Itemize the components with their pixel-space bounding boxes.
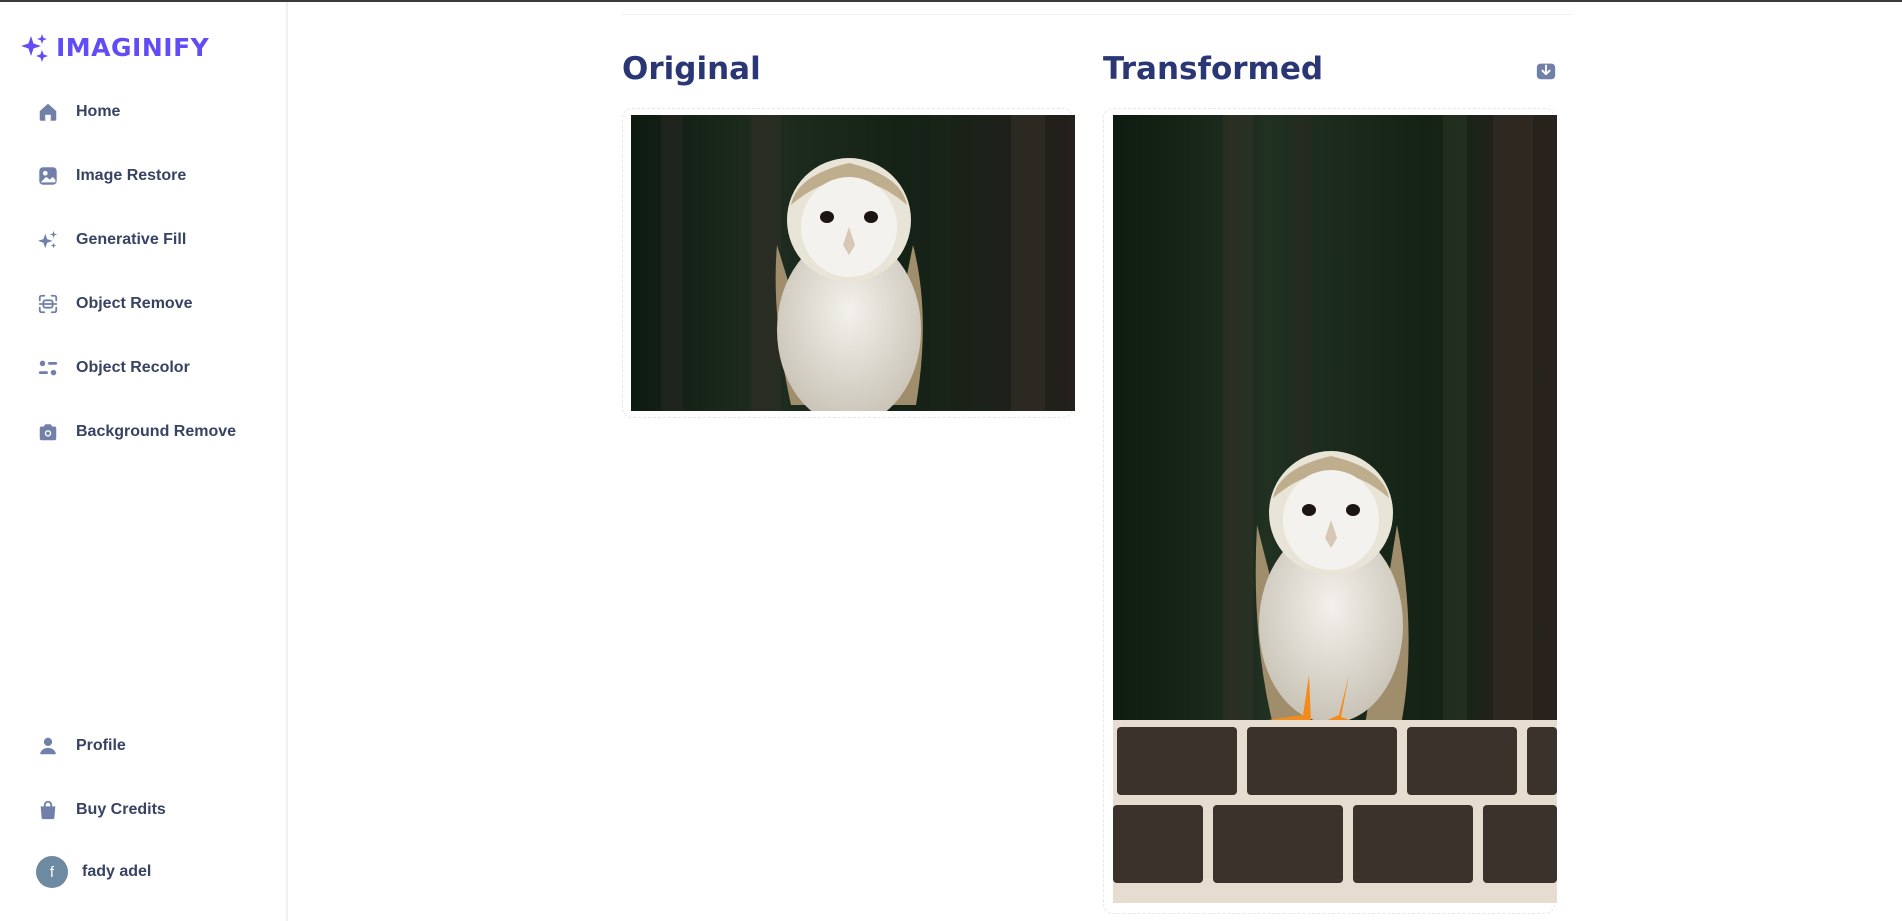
transformed-heading: Transformed xyxy=(1103,51,1324,87)
download-button[interactable] xyxy=(1534,59,1558,83)
transformed-image[interactable] xyxy=(1113,115,1557,903)
sidebar-item-label: Profile xyxy=(76,737,126,754)
sidebar-item-object-remove[interactable]: Object Remove xyxy=(22,280,272,328)
user-name: fady adel xyxy=(82,863,152,880)
sidebar-item-label: Image Restore xyxy=(76,167,187,184)
brand-name: IMAGINIFY xyxy=(56,32,210,62)
transformation-results: Original Transformed xyxy=(290,2,1902,921)
sidebar-item-label: Home xyxy=(76,103,121,120)
sidebar-item-home[interactable]: Home xyxy=(22,88,272,136)
owl-photo xyxy=(631,115,1075,411)
original-heading: Original xyxy=(622,51,761,87)
sidebar-item-object-recolor[interactable]: Object Recolor xyxy=(22,344,272,392)
camera-icon xyxy=(36,420,60,444)
sidebar-item-label: Object Recolor xyxy=(76,359,190,376)
sidebar-item-label: Object Remove xyxy=(76,295,193,312)
avatar[interactable]: f xyxy=(36,856,68,888)
sidebar-item-background-remove[interactable]: Background Remove xyxy=(22,408,272,456)
user-icon xyxy=(36,734,60,758)
owl-brick-photo xyxy=(1113,115,1557,903)
user-account[interactable]: f fady adel xyxy=(36,856,151,888)
sidebar-item-profile[interactable]: Profile xyxy=(22,722,272,770)
filter-icon xyxy=(36,356,60,380)
divider xyxy=(622,14,1572,15)
home-icon xyxy=(36,100,60,124)
sparkles-icon xyxy=(36,228,60,252)
brand-logo[interactable]: IMAGINIFY xyxy=(20,32,209,62)
sidebar-item-label: Buy Credits xyxy=(76,801,166,818)
sidebar-item-buy-credits[interactable]: Buy Credits xyxy=(22,786,272,834)
original-image[interactable] xyxy=(631,115,1075,411)
sidebar-item-label: Generative Fill xyxy=(76,231,187,248)
sidebar-item-generative-fill[interactable]: Generative Fill xyxy=(22,216,272,264)
scan-icon xyxy=(36,292,60,316)
bag-icon xyxy=(36,798,60,822)
image-icon xyxy=(36,164,60,188)
download-icon xyxy=(1536,63,1556,80)
sidebar-item-label: Background Remove xyxy=(76,423,237,440)
sidebar: IMAGINIFY Home Image Restore Generative … xyxy=(0,2,288,921)
sidebar-item-image-restore[interactable]: Image Restore xyxy=(22,152,272,200)
sparkle-logo-icon xyxy=(21,34,48,62)
